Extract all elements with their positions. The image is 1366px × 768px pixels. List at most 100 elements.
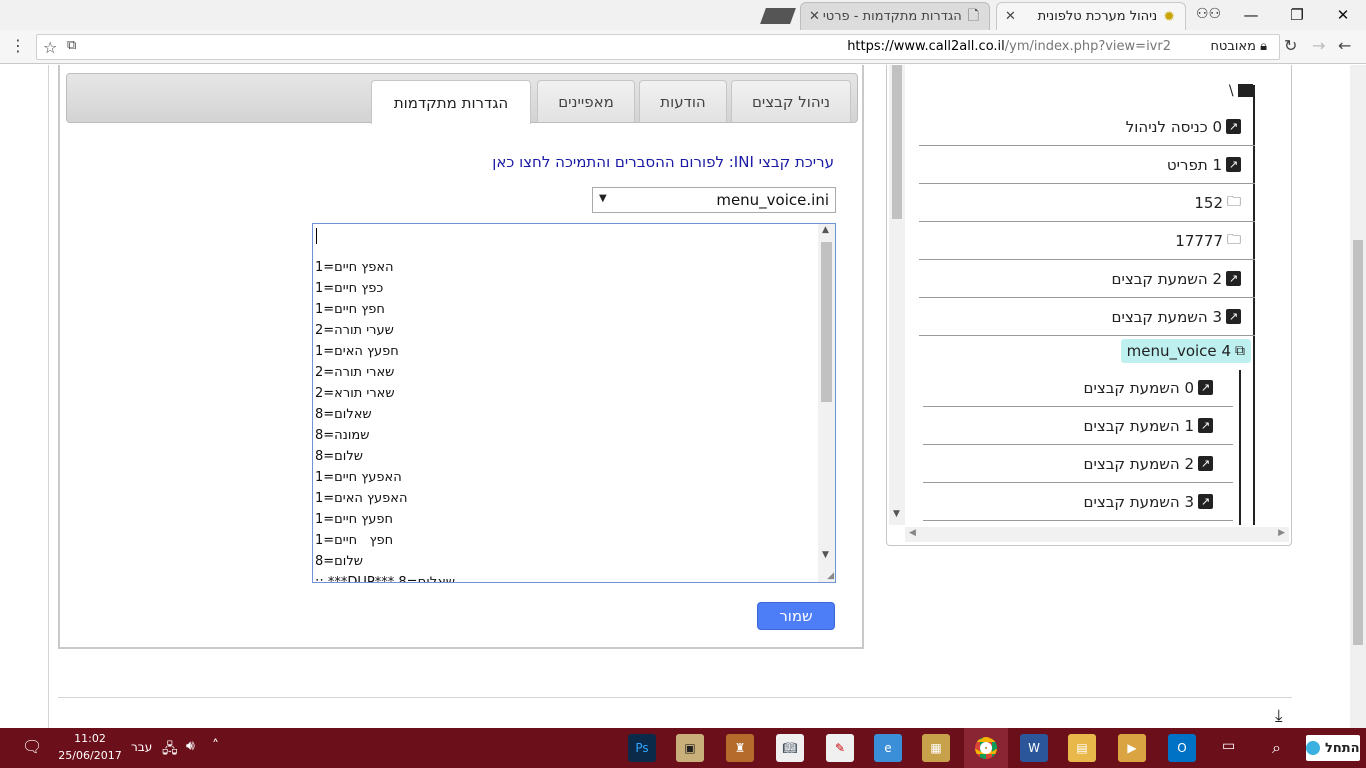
photoshop-icon[interactable]: Ps — [628, 734, 656, 762]
editor-line: ;; ***DUP*** 8=שאלום — [315, 575, 456, 583]
editor-scrollbar[interactable]: ▲ ▼ — [818, 224, 835, 582]
tree-item-label: 1 השמעת קבצים — [1083, 416, 1194, 435]
tree-item[interactable]: ↗ 2 השמעת קבצים — [919, 260, 1255, 298]
back-icon[interactable]: ← — [1338, 36, 1351, 55]
editor-line: 1=כפץ חיים — [315, 281, 384, 296]
tree-item-label: 3 השמעת קבצים — [1083, 492, 1194, 511]
tree-root[interactable]: \ — [1229, 83, 1253, 99]
folder-icon: 🗀︎ — [1227, 193, 1241, 210]
support-forum-link[interactable]: : לפורום ההסברים והתמיכה לחצו כאן — [492, 153, 734, 171]
tree-item-label: 0 השמעת קבצים — [1083, 378, 1194, 397]
omnibox[interactable]: ☆ ⧉ https://www.call2all.co.il/ym/index.… — [36, 34, 1280, 60]
tree-item[interactable]: ↗ 0 השמעת קבצים — [923, 369, 1233, 407]
page-icon: 🗋 — [967, 7, 979, 24]
save-button[interactable]: שמור — [757, 602, 835, 630]
forward-icon[interactable]: → — [1312, 36, 1325, 55]
download-icon[interactable]: ⤓ — [1275, 706, 1283, 726]
shortcut-icon: ↗ — [1198, 494, 1213, 509]
scroll-up-icon[interactable]: ▲ — [822, 225, 829, 235]
scroll-down-icon[interactable]: ▼ — [822, 550, 829, 560]
editor-scrollbar-thumb[interactable] — [821, 242, 832, 402]
star-icon[interactable]: ☆ — [43, 38, 57, 57]
chrome-icon[interactable] — [964, 728, 1008, 768]
tree-item[interactable]: 🗀︎ 17777 — [919, 222, 1255, 260]
advanced-settings-heading: עריכת קבצי INI: לפורום ההסברים והתמיכה ל… — [492, 153, 834, 171]
reload-icon[interactable]: ↻ — [1284, 36, 1297, 55]
tree-item[interactable]: ↗ 0 כניסה לניהול — [919, 108, 1255, 146]
chevron-up-icon[interactable]: ˄ — [212, 738, 219, 754]
panel-tabs: ניהול קבצים הודעות מאפיינים הגדרות מתקדמ… — [66, 73, 858, 124]
new-tab-button[interactable] — [760, 8, 796, 24]
scroll-down-icon[interactable]: ▼ — [893, 509, 900, 519]
task-view-icon[interactable]: ▭ — [1222, 738, 1235, 754]
reader-app-icon[interactable]: ▣ — [676, 734, 704, 762]
word-icon[interactable]: W — [1020, 734, 1048, 762]
ini-editor-textarea[interactable]: 1=האפץ חיים 1=כפץ חיים 1=חפץ חיים 2=שערי תו… — [312, 223, 836, 583]
search-icon[interactable]: ⌕ — [1272, 738, 1281, 758]
close-icon[interactable]: ✕ — [1005, 9, 1016, 24]
tree-item[interactable]: ⧉ 4 menu_voice — [1115, 336, 1251, 366]
language-indicator[interactable]: עבר — [131, 740, 152, 754]
scroll-right-icon[interactable]: ▶ — [1278, 528, 1285, 538]
close-icon[interactable]: ✕ — [809, 9, 820, 24]
ini-file-select[interactable]: menu_voice.ini ▼ — [592, 187, 836, 213]
games-app-icon[interactable]: ♜ — [726, 734, 754, 762]
tree-item-label: ⧉ 4 menu_voice — [1120, 339, 1251, 363]
notifications-icon[interactable]: 🗨︎ — [22, 737, 42, 756]
resize-handle-icon[interactable]: ◢ — [827, 571, 834, 581]
tab-properties[interactable]: מאפיינים — [537, 80, 635, 122]
tree-horizontal-scrollbar[interactable]: ◀ ▶ — [905, 527, 1289, 542]
editor-line: 8=שאלום — [315, 407, 372, 422]
tree-item-label: 1 תפריט — [1166, 155, 1222, 174]
notes-app-icon[interactable]: ✎ — [826, 734, 854, 762]
tree-item-label: 0 כניסה לניהול — [1125, 117, 1222, 136]
tab-advanced-settings[interactable]: הגדרות מתקדמות — [371, 80, 531, 124]
shortcut-icon: ↗ — [1198, 380, 1213, 395]
scroll-left-icon[interactable]: ◀ — [909, 528, 916, 538]
tab-file-management[interactable]: ניהול קבצים — [731, 80, 851, 122]
secure-indicator[interactable]: 🔒︎ מאובטח — [1210, 39, 1267, 54]
restore-button[interactable]: ❐ — [1274, 0, 1320, 30]
external-link-icon: ⧉ — [1235, 343, 1245, 359]
tree-scrollbar-thumb[interactable] — [892, 65, 902, 219]
shortcut-icon: ↗ — [1226, 157, 1241, 172]
browser-tab-phone-system[interactable]: ✹ ניהול מערכת טלפונית ✕ — [996, 2, 1186, 30]
editor-line: 8=שמונה — [315, 428, 370, 443]
editor-line: 1=חפעץ האים — [315, 344, 399, 359]
library-app-icon[interactable]: 📖︎ — [776, 734, 804, 762]
tree-item[interactable]: ↗ 1 תפריט — [919, 146, 1255, 184]
incognito-icon: ⚇⚇ — [1196, 6, 1222, 22]
file-explorer-icon[interactable]: ▤ — [1068, 734, 1096, 762]
editor-line: 1=חפעץ חיים — [315, 512, 394, 527]
tab-messages[interactable]: הודעות — [639, 80, 727, 122]
media-player-icon[interactable]: ▶ — [1118, 734, 1146, 762]
tree-item[interactable]: ↗ 3 השמעת קבצים — [919, 298, 1255, 336]
tree-scrollbar[interactable]: ▼ — [889, 65, 905, 525]
page-scrollbar[interactable] — [1350, 65, 1366, 728]
clock[interactable]: 11:02 25/06/2017 — [58, 730, 122, 764]
tree-item[interactable]: ↗ 3 השמעת קבצים — [923, 483, 1233, 521]
settings-panel: ניהול קבצים הודעות מאפיינים הגדרות מתקדמ… — [58, 65, 864, 649]
tree-item[interactable]: ↗ 1 השמעת קבצים — [923, 407, 1233, 445]
tree-item[interactable]: ↗ 2 השמעת קבצים — [923, 445, 1233, 483]
tree-item[interactable]: 🗀︎ 152 — [919, 184, 1255, 222]
extension-icon[interactable]: ⧉ — [67, 38, 76, 53]
close-window-button[interactable]: ✕ — [1320, 0, 1366, 30]
page-scrollbar-thumb[interactable] — [1353, 240, 1363, 645]
browser-tab-advanced-settings[interactable]: 🗋 הגדרות מתקדמות - פרטי ✕ — [800, 2, 990, 30]
editor-line: 2=שארי תורא — [315, 386, 395, 401]
minimize-button[interactable]: — — [1228, 0, 1274, 30]
editor-content: 1=האפץ חיים 1=כפץ חיים 1=חפץ חיים 2=שערי תו… — [315, 236, 815, 583]
volume-icon[interactable]: 🔊︎ — [186, 738, 195, 754]
start-button[interactable]: התחל — [1306, 735, 1360, 761]
url-text[interactable]: https://www.call2all.co.il/ym/index.php?… — [847, 39, 1171, 54]
map-app-icon[interactable]: ▦ — [922, 734, 950, 762]
shortcut-icon: ↗ — [1226, 309, 1241, 324]
address-bar-row: ⋮ ☆ ⧉ https://www.call2all.co.il/ym/inde… — [0, 30, 1366, 64]
internet-explorer-icon[interactable]: e — [874, 734, 902, 762]
outlook-icon[interactable]: O — [1168, 734, 1196, 762]
network-icon[interactable]: 🖧︎ — [162, 738, 178, 762]
menu-icon[interactable]: ⋮ — [10, 36, 26, 55]
editor-line: 1=האפעץ האים — [315, 491, 408, 506]
